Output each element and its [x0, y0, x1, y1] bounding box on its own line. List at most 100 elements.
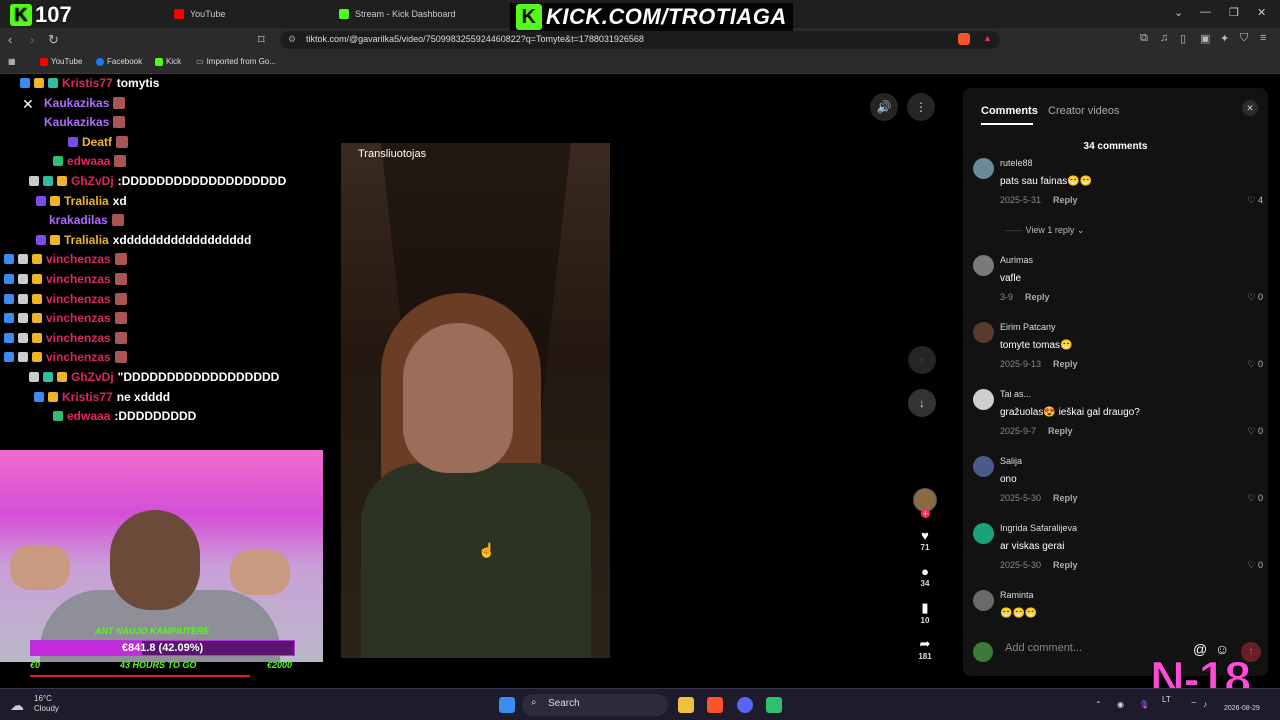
volume-button[interactable]: 🔊 — [870, 93, 898, 121]
clock-date[interactable]: 2026-08-29 — [1224, 705, 1260, 712]
commenter-name[interactable]: Tai as... — [1000, 389, 1031, 399]
chat-badge-icon — [48, 391, 58, 402]
url-field[interactable]: ⚙ tiktok.com/@gavarilka5/video/750998325… — [280, 31, 1000, 49]
back-icon[interactable]: ‹ — [8, 32, 12, 47]
url-text: tiktok.com/@gavarilka5/video/75099832559… — [306, 34, 644, 44]
next-video-button[interactable]: ↓ — [908, 389, 936, 417]
commenter-avatar[interactable] — [973, 255, 994, 276]
commenter-avatar[interactable] — [973, 523, 994, 544]
microphone-icon[interactable]: 🎙 — [1139, 700, 1149, 709]
brave-rewards-icon[interactable]: ▲ — [983, 33, 992, 43]
forward-icon[interactable]: › — [30, 32, 34, 47]
comment-date: 2025-5-30 — [1000, 493, 1042, 503]
app-icon[interactable] — [766, 697, 782, 713]
follow-plus-icon[interactable]: + — [921, 509, 930, 518]
media-icon[interactable]: ♫ — [1160, 32, 1168, 44]
commenter-name[interactable]: Salija — [1000, 456, 1022, 466]
network-icon[interactable]: ⌔ — [1190, 700, 1198, 710]
save-action[interactable]: ▮ 10 — [908, 600, 942, 625]
bookmark-kick[interactable]: Kick — [155, 57, 181, 66]
add-comment-input[interactable]: Add comment... — [1005, 642, 1082, 654]
comment-count: 34 — [920, 579, 930, 588]
reply-button[interactable]: Reply — [1025, 292, 1050, 302]
commenter-name[interactable]: Ingrida Safaralijeva — [1000, 523, 1077, 533]
chat-message: vinchenzas — [4, 329, 127, 347]
more-options-button[interactable]: ⋮ — [907, 93, 935, 121]
tab-label: YouTube — [190, 9, 226, 19]
tab-comments[interactable]: Comments — [981, 105, 1038, 117]
weather-widget[interactable]: 16°C Cloudy — [34, 694, 59, 714]
reply-button[interactable]: Reply — [1053, 560, 1078, 570]
video-player[interactable] — [341, 143, 610, 658]
volume-icon[interactable]: ♪ — [1203, 700, 1207, 709]
close-window-icon[interactable]: ✕ — [1257, 6, 1266, 19]
reload-icon[interactable]: ↻ — [48, 32, 59, 48]
bookmark-youtube[interactable]: YouTube — [40, 57, 82, 66]
comment-like[interactable]: ♡ 0 — [1247, 292, 1263, 303]
sidebar-icon[interactable]: ▯ — [1180, 32, 1186, 45]
commenter-avatar[interactable] — [973, 158, 994, 179]
chat-badge-icon — [20, 78, 30, 88]
tab-creator-videos[interactable]: Creator videos — [1048, 105, 1120, 117]
comment-like[interactable]: ♡ 0 — [1247, 426, 1263, 437]
host-label: Transliuotojas — [358, 148, 427, 160]
reply-button[interactable]: Reply — [1053, 195, 1078, 205]
commenter-name[interactable]: Raminta — [1000, 590, 1034, 600]
comment-like[interactable]: ♡ 4 — [1247, 195, 1263, 206]
tab-youtube[interactable]: YouTube — [174, 4, 225, 24]
like-action[interactable]: ♥ 71 — [908, 528, 942, 552]
windows-start-icon[interactable] — [499, 697, 515, 713]
tray-app-icon[interactable]: ◉ — [1117, 700, 1124, 709]
commenter-name[interactable]: rutele88 — [1000, 158, 1033, 168]
close-video-icon[interactable]: ✕ — [22, 96, 34, 113]
chat-badge-icon — [68, 136, 78, 147]
language-indicator[interactable]: LT — [1162, 695, 1171, 704]
chat-emote-icon — [116, 135, 129, 148]
like-count: 71 — [920, 543, 930, 552]
bookmark-facebook[interactable]: Facebook — [96, 57, 142, 66]
reply-button[interactable]: Reply — [1053, 359, 1078, 369]
share-action[interactable]: ➦ 181 — [908, 636, 942, 661]
leo-icon[interactable]: ✦ — [1220, 32, 1229, 45]
reply-button[interactable]: Reply — [1053, 493, 1078, 503]
comment-like[interactable]: ♡ 0 — [1247, 359, 1263, 370]
file-explorer-icon[interactable] — [678, 697, 694, 713]
comment-like[interactable]: ♡ 0 — [1247, 560, 1263, 571]
tray-chevron-icon[interactable]: ⌃ — [1095, 700, 1102, 709]
channel-url-overlay: K KICK.COM/TROTIAGA — [510, 3, 793, 31]
facebook-icon — [96, 57, 104, 66]
tab-kick-dashboard[interactable]: Stream - Kick Dashboard — [339, 4, 456, 24]
chat-text: "DDDDDDDDDDDDDDDDDD — [117, 370, 280, 384]
previous-video-button[interactable]: ↑ — [908, 346, 936, 374]
wallet-icon[interactable]: ▣ — [1200, 32, 1210, 45]
brave-browser-icon[interactable] — [707, 697, 723, 713]
brave-shield-icon[interactable] — [958, 33, 970, 45]
comment-action[interactable]: ● 34 — [908, 564, 942, 588]
vpn-icon[interactable]: ⛉ — [1240, 32, 1248, 45]
commenter-avatar[interactable] — [973, 590, 994, 611]
taskbar-search[interactable]: ⌕ Search — [522, 694, 668, 716]
tab-list-icon[interactable]: ⌄ — [1174, 6, 1183, 19]
comment-like[interactable]: ♡ 0 — [1247, 493, 1263, 504]
apps-icon[interactable]: ▦ — [8, 57, 16, 66]
search-icon: ⌕ — [531, 697, 537, 708]
active-tab-indicator — [981, 123, 1033, 125]
bookmark-icon[interactable]: ⌑ — [258, 32, 265, 48]
discord-icon[interactable] — [737, 697, 753, 713]
share-icon: ➦ — [919, 636, 931, 651]
minimize-icon[interactable]: — — [1200, 6, 1211, 18]
extensions-icon[interactable]: ⧉ — [1140, 32, 1148, 45]
commenter-name[interactable]: Eirim Patcany — [1000, 322, 1056, 332]
commenter-name[interactable]: Aurimas — [1000, 255, 1033, 265]
site-info-icon[interactable]: ⚙ — [288, 34, 296, 45]
commenter-avatar[interactable] — [973, 456, 994, 477]
view-replies-button[interactable]: —— View 1 reply ⌄ — [1005, 225, 1084, 236]
chat-username: krakadilas — [49, 213, 108, 228]
maximize-icon[interactable]: ❐ — [1229, 6, 1239, 19]
commenter-avatar[interactable] — [973, 322, 994, 343]
bookmark-folder-imported[interactable]: ▭ Imported from Go... — [196, 57, 276, 66]
menu-icon[interactable]: ≡ — [1260, 32, 1266, 44]
close-panel-icon[interactable]: ✕ — [1242, 100, 1258, 116]
reply-button[interactable]: Reply — [1048, 426, 1073, 436]
commenter-avatar[interactable] — [973, 389, 994, 410]
